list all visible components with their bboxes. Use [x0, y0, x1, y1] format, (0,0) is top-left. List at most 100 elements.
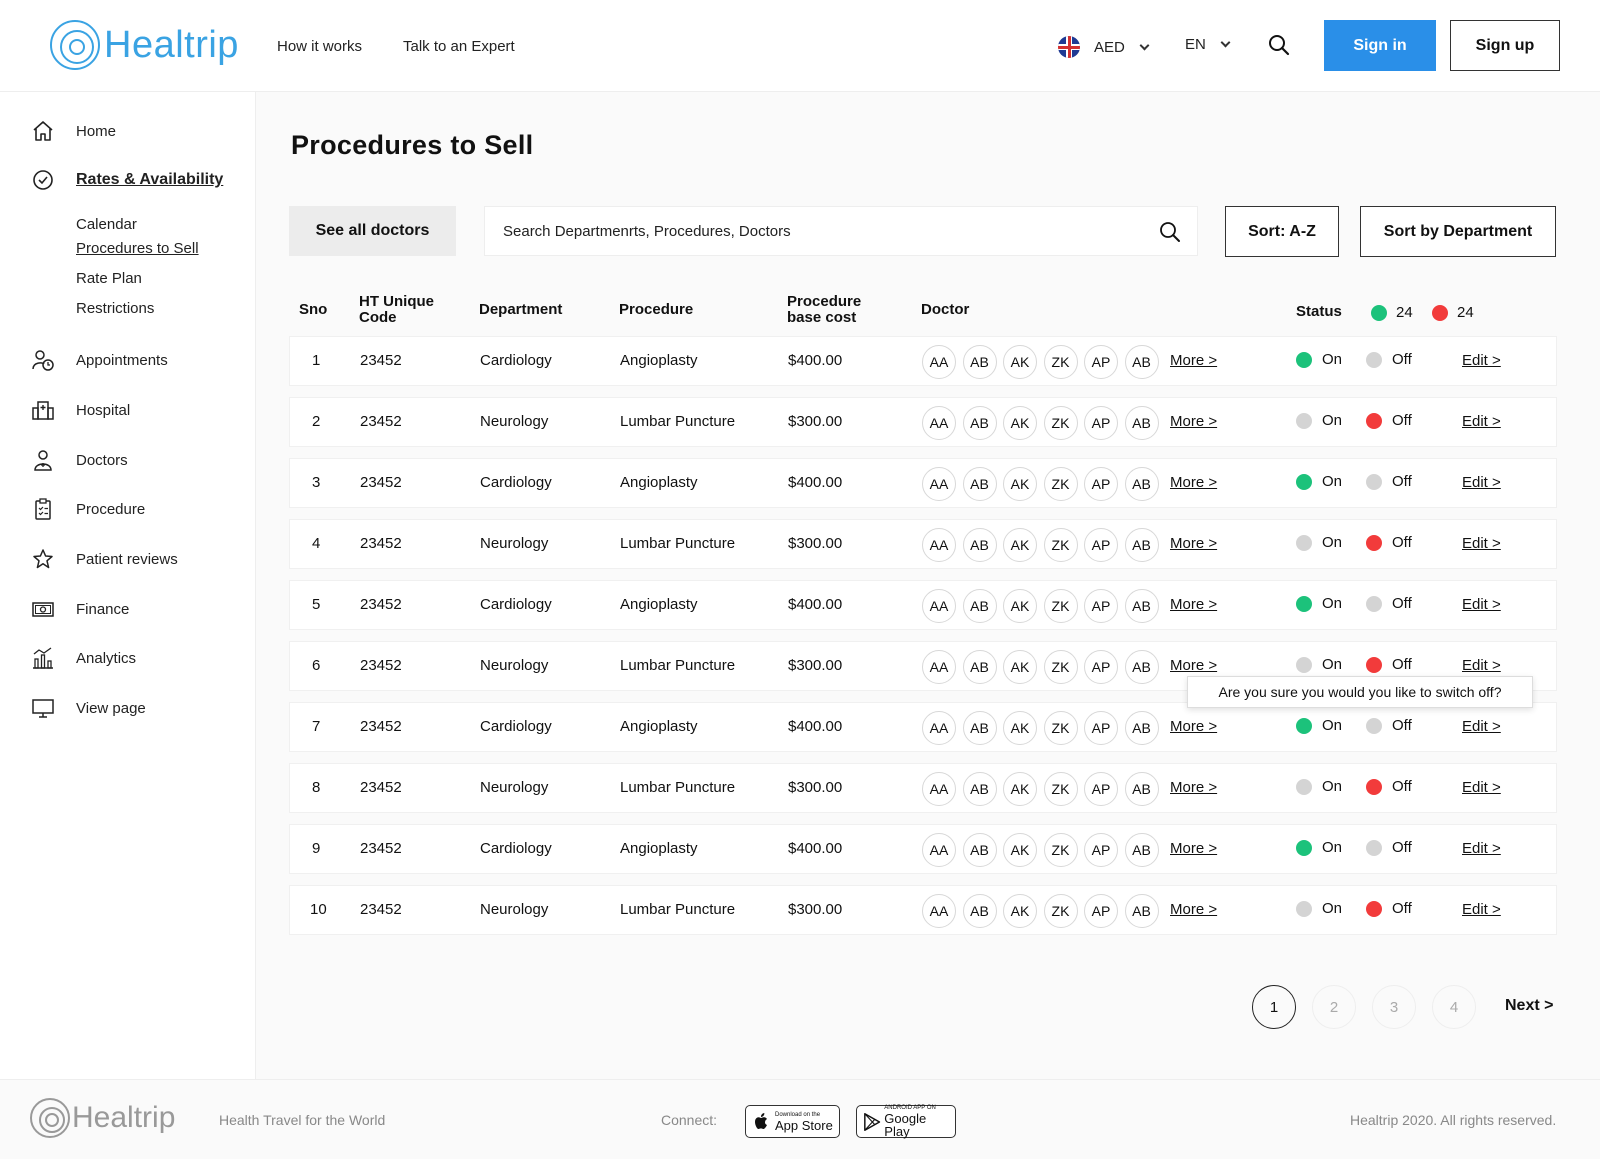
doctor-avatar[interactable]: AA [922, 711, 956, 745]
doctor-avatar[interactable]: AB [962, 711, 997, 745]
sidebar-item-finance[interactable]: Finance [32, 598, 129, 620]
currency-selector[interactable]: AED [1058, 36, 1150, 58]
sidebar-item-rates-availability[interactable]: Rates & Availability [32, 169, 223, 191]
status-on-toggle[interactable]: On [1296, 778, 1342, 795]
more-doctors-link[interactable]: More > [1170, 718, 1217, 735]
doctor-avatar[interactable]: AB [1124, 589, 1159, 623]
doctor-avatar[interactable]: AA [922, 894, 956, 928]
doctor-avatar[interactable]: AP [1084, 833, 1118, 867]
doctor-avatar[interactable]: AB [1124, 833, 1159, 867]
status-on-toggle[interactable]: On [1296, 900, 1342, 917]
doctor-avatar[interactable]: AA [922, 406, 956, 440]
doctor-avatar[interactable]: AB [962, 406, 997, 440]
doctor-avatar[interactable]: AP [1084, 650, 1118, 684]
sidebar-item-analytics[interactable]: Analytics [32, 647, 136, 669]
status-off-toggle[interactable]: Off [1366, 839, 1412, 856]
doctor-avatar[interactable]: AB [1124, 467, 1159, 501]
see-all-doctors-button[interactable]: See all doctors [289, 206, 456, 256]
doctor-avatar[interactable]: AK [1003, 711, 1037, 745]
doctor-avatar[interactable]: ZK [1043, 711, 1078, 745]
doctor-avatar[interactable]: AB [962, 894, 997, 928]
doctor-avatar[interactable]: AP [1084, 589, 1118, 623]
page-2-button[interactable]: 2 [1312, 985, 1356, 1029]
app-store-badge[interactable]: Download on the App Store [745, 1105, 840, 1138]
doctor-avatar[interactable]: AB [1124, 711, 1159, 745]
sidebar-item-procedure[interactable]: Procedure [32, 498, 145, 520]
nav-how-it-works[interactable]: How it works [277, 38, 362, 55]
doctor-avatar[interactable]: AB [962, 528, 997, 562]
next-page-button[interactable]: Next > [1505, 997, 1553, 1015]
page-3-button[interactable]: 3 [1372, 985, 1416, 1029]
doctor-avatar[interactable]: AP [1084, 345, 1118, 379]
doctor-avatar[interactable]: AB [1124, 345, 1159, 379]
doctor-avatar[interactable]: AA [922, 467, 956, 501]
status-off-toggle[interactable]: Off [1366, 717, 1412, 734]
search-input[interactable]: Search Departmenrts, Procedures, Doctors [484, 206, 1198, 256]
sidebar-item-view-page[interactable]: View page [32, 697, 146, 719]
sidebar-subitem-calendar[interactable]: Calendar [76, 216, 137, 233]
search-icon[interactable] [1268, 34, 1290, 56]
doctor-avatar[interactable]: AK [1003, 650, 1037, 684]
doctor-avatar[interactable]: AA [922, 345, 956, 379]
doctor-avatar[interactable]: ZK [1043, 833, 1078, 867]
doctor-avatar[interactable]: AB [1124, 528, 1159, 562]
more-doctors-link[interactable]: More > [1170, 840, 1217, 857]
doctor-avatar[interactable]: AA [922, 772, 956, 806]
status-on-toggle[interactable]: On [1296, 656, 1342, 673]
more-doctors-link[interactable]: More > [1170, 413, 1217, 430]
doctor-avatar[interactable]: ZK [1043, 406, 1078, 440]
doctor-avatar[interactable]: AK [1003, 406, 1037, 440]
status-off-toggle[interactable]: Off [1366, 778, 1412, 795]
sidebar-item-appointments[interactable]: Appointments [32, 349, 168, 371]
edit-link[interactable]: Edit > [1462, 352, 1501, 369]
doctor-avatar[interactable]: AP [1084, 528, 1118, 562]
edit-link[interactable]: Edit > [1462, 718, 1501, 735]
google-play-badge[interactable]: ANDROID APP ON Google Play [856, 1105, 956, 1138]
sidebar-item-home[interactable]: Home [32, 120, 116, 142]
doctor-avatar[interactable]: AP [1084, 406, 1118, 440]
doctor-avatar[interactable]: AK [1003, 467, 1037, 501]
edit-link[interactable]: Edit > [1462, 901, 1501, 918]
doctor-avatar[interactable]: AB [962, 345, 997, 379]
status-on-toggle[interactable]: On [1296, 534, 1342, 551]
sidebar-item-patient-reviews[interactable]: Patient reviews [32, 548, 178, 570]
more-doctors-link[interactable]: More > [1170, 901, 1217, 918]
more-doctors-link[interactable]: More > [1170, 352, 1217, 369]
status-on-toggle[interactable]: On [1296, 412, 1342, 429]
edit-link[interactable]: Edit > [1462, 840, 1501, 857]
more-doctors-link[interactable]: More > [1170, 596, 1217, 613]
status-on-toggle[interactable]: On [1296, 351, 1342, 368]
status-on-toggle[interactable]: On [1296, 717, 1342, 734]
status-off-toggle[interactable]: Off [1366, 900, 1412, 917]
edit-link[interactable]: Edit > [1462, 474, 1501, 491]
status-off-toggle[interactable]: Off [1366, 656, 1412, 673]
status-off-toggle[interactable]: Off [1366, 351, 1412, 368]
more-doctors-link[interactable]: More > [1170, 535, 1217, 552]
doctor-avatar[interactable]: AA [922, 528, 956, 562]
doctor-avatar[interactable]: AA [922, 650, 956, 684]
edit-link[interactable]: Edit > [1462, 535, 1501, 552]
status-on-toggle[interactable]: On [1296, 595, 1342, 612]
doctor-avatar[interactable]: AB [962, 833, 997, 867]
doctor-avatar[interactable]: ZK [1043, 650, 1078, 684]
nav-talk-to-expert[interactable]: Talk to an Expert [403, 38, 515, 55]
edit-link[interactable]: Edit > [1462, 657, 1501, 674]
more-doctors-link[interactable]: More > [1170, 474, 1217, 491]
sort-az-button[interactable]: Sort: A-Z [1225, 206, 1339, 257]
doctor-avatar[interactable]: AK [1003, 345, 1037, 379]
edit-link[interactable]: Edit > [1462, 413, 1501, 430]
doctor-avatar[interactable]: ZK [1043, 589, 1078, 623]
status-off-toggle[interactable]: Off [1366, 412, 1412, 429]
edit-link[interactable]: Edit > [1462, 596, 1501, 613]
status-on-toggle[interactable]: On [1296, 839, 1342, 856]
doctor-avatar[interactable]: AB [962, 467, 997, 501]
doctor-avatar[interactable]: AK [1003, 772, 1037, 806]
footer-logo[interactable]: Healtrip [30, 1098, 175, 1138]
doctor-avatar[interactable]: AB [962, 650, 997, 684]
language-selector[interactable]: EN [1185, 36, 1231, 53]
doctor-avatar[interactable]: AB [1124, 772, 1159, 806]
page-1-button[interactable]: 1 [1252, 985, 1296, 1029]
doctor-avatar[interactable]: AK [1003, 894, 1037, 928]
page-4-button[interactable]: 4 [1432, 985, 1476, 1029]
sidebar-subitem-procedures-to-sell[interactable]: Procedures to Sell [76, 240, 199, 257]
